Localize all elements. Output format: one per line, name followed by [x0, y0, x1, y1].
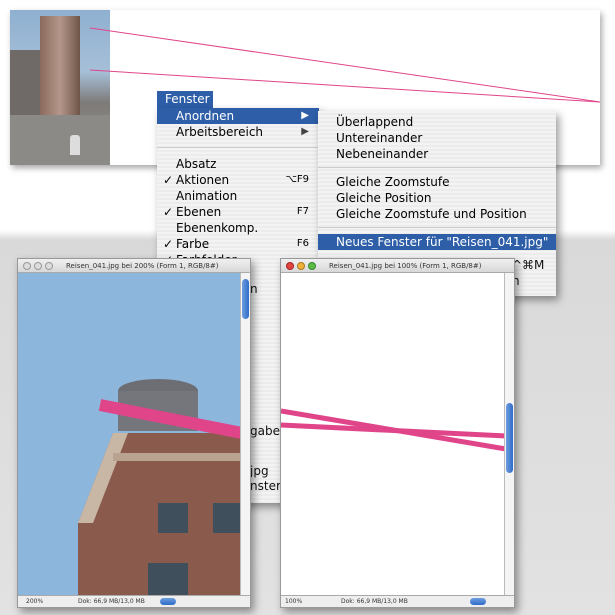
submenu-item-gleiche-zoomstufe[interactable]: Gleiche Zoomstufe [318, 174, 556, 190]
close-button[interactable] [286, 262, 294, 270]
menu-item-absatz[interactable]: Absatz [157, 156, 319, 172]
menu-item-arbeitsbereich[interactable]: Arbeitsbereich ▶ [157, 124, 319, 140]
menu-shortcut-partial: ^⌘M [512, 258, 545, 272]
menu-item-partial: n [250, 282, 258, 296]
menu-item-anordnen[interactable]: Anordnen ▶ [157, 108, 319, 124]
canvas[interactable] [18, 273, 240, 595]
check-icon: ✓ [163, 205, 174, 219]
menu-item-ebenen[interactable]: ✓ Ebenen F7 [157, 204, 319, 220]
vertical-scrollbar[interactable] [504, 273, 514, 595]
submenu-item-gleiche-position[interactable]: Gleiche Position [318, 190, 556, 206]
submenu-item-untereinander[interactable]: Untereinander [318, 130, 556, 146]
status-bar: 100% Dok: 66,9 MB/13,0 MB [281, 595, 514, 607]
zoom-button[interactable] [308, 262, 316, 270]
doc-size: Dok: 66,9 MB/13,0 MB [78, 598, 145, 605]
zoom-level[interactable]: 100% [285, 596, 302, 607]
menu-item-partial: jpg [250, 464, 269, 478]
document-window-200: Reisen_041.jpg bei 200% (Form 1, RGB/8#)… [17, 258, 251, 608]
menu-item-animation[interactable]: Animation [157, 188, 319, 204]
menu-fenster[interactable]: Fenster [157, 91, 213, 108]
status-bar: 200% Dok: 66,9 MB/13,0 MB [18, 595, 250, 607]
minimize-button[interactable] [297, 262, 305, 270]
menu-item-aktionen[interactable]: ✓ Aktionen ⌥F9 [157, 172, 319, 188]
document-window-100: Reisen_041.jpg bei 100% (Form 1, RGB/8#)… [280, 258, 515, 608]
doc-size: Dok: 66,9 MB/13,0 MB [341, 598, 408, 605]
submenu-item-gleiche-zoomstufe-position[interactable]: Gleiche Zoomstufe und Position [318, 206, 556, 222]
minimize-button[interactable] [34, 262, 42, 270]
title-bar[interactable]: Reisen_041.jpg bei 200% (Form 1, RGB/8#) [18, 259, 250, 273]
horizontal-scrollbar[interactable] [423, 596, 490, 607]
check-icon: ✓ [163, 237, 174, 251]
submenu-item-neues-fenster[interactable]: Neues Fenster für "Reisen_041.jpg" [318, 234, 556, 250]
window-title: Reisen_041.jpg bei 200% (Form 1, RGB/8#) [66, 262, 219, 270]
window-title: Reisen_041.jpg bei 100% (Form 1, RGB/8#) [329, 262, 482, 270]
horizontal-scrollbar[interactable] [160, 596, 226, 607]
title-bar[interactable]: Reisen_041.jpg bei 100% (Form 1, RGB/8#) [281, 259, 514, 273]
vertical-scrollbar[interactable] [240, 273, 250, 595]
menu-item-ebenenkomp[interactable]: Ebenenkomp. [157, 220, 319, 236]
submenu-arrow-icon: ▶ [301, 110, 309, 121]
zoom-button[interactable] [45, 262, 53, 270]
close-button[interactable] [23, 262, 31, 270]
zoomed-photo [78, 379, 240, 595]
guide-lines [281, 408, 504, 452]
zoom-level[interactable]: 200% [26, 596, 43, 607]
submenu-item-nebeneinander[interactable]: Nebeneinander [318, 146, 556, 162]
submenu-item-ueberlappend[interactable]: Überlappend [318, 114, 556, 130]
submenu-arrow-icon: ▶ [301, 126, 309, 137]
check-icon: ✓ [163, 173, 174, 187]
canvas[interactable] [281, 273, 504, 595]
menu-item-farbe[interactable]: ✓ Farbe F6 [157, 236, 319, 252]
